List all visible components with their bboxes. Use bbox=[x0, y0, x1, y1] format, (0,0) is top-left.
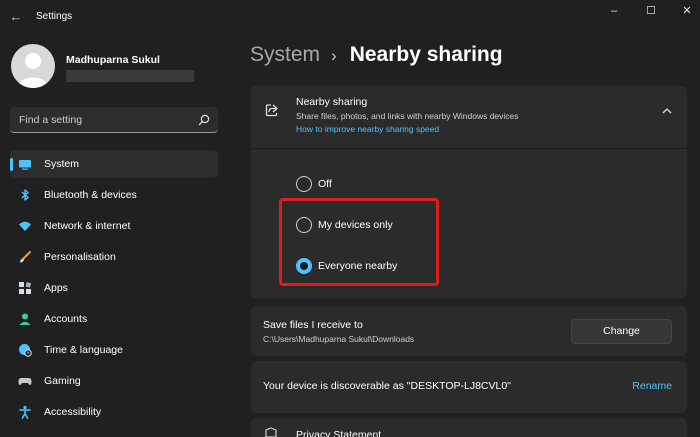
save-files-card: Save files I receive to C:\Users\Madhupa… bbox=[251, 306, 687, 356]
sidebar-item-label: Apps bbox=[44, 282, 68, 294]
system-icon bbox=[19, 160, 31, 170]
discoverable-text: Your device is discoverable as "DESKTOP-… bbox=[263, 380, 511, 392]
sidebar-item-label: Personalisation bbox=[44, 251, 116, 263]
sidebar-item-label: Network & internet bbox=[44, 220, 131, 232]
avatar[interactable] bbox=[11, 44, 55, 88]
privacy-statement-card[interactable]: Privacy Statement bbox=[251, 418, 687, 437]
share-icon bbox=[265, 104, 278, 117]
minimize-button[interactable]: – bbox=[604, 4, 624, 18]
gamepad-icon bbox=[18, 378, 32, 385]
sidebar-item-network-internet[interactable]: Network & internet bbox=[10, 212, 218, 240]
close-button[interactable]: ✕ bbox=[677, 4, 697, 18]
sidebar-item-system[interactable]: System bbox=[10, 150, 218, 178]
highlight-box bbox=[279, 198, 439, 286]
breadcrumb: System › Nearby sharing bbox=[250, 43, 503, 67]
save-files-title: Save files I receive to bbox=[263, 319, 363, 331]
shield-icon bbox=[265, 427, 277, 437]
nearby-sharing-speed-link[interactable]: How to improve nearby sharing speed bbox=[296, 124, 439, 134]
profile-email-redacted bbox=[66, 70, 194, 82]
save-files-path: C:\Users\Madhuparna Sukul\Downloads bbox=[263, 334, 415, 344]
sidebar-item-accessibility[interactable]: Accessibility bbox=[10, 398, 218, 426]
privacy-statement-title: Privacy Statement bbox=[296, 429, 382, 437]
page-title: Nearby sharing bbox=[349, 43, 503, 66]
sidebar-item-accounts[interactable]: Accounts bbox=[10, 305, 218, 333]
app-title: Settings bbox=[36, 11, 73, 22]
back-arrow-icon[interactable]: ← bbox=[8, 9, 24, 25]
nearby-sharing-title: Nearby sharing bbox=[296, 96, 368, 108]
change-button[interactable]: Change bbox=[571, 319, 672, 344]
user-silhouette-icon bbox=[17, 53, 49, 88]
radio-button[interactable] bbox=[296, 176, 312, 192]
globe-clock-icon bbox=[19, 344, 32, 357]
breadcrumb-separator-icon: › bbox=[331, 46, 337, 65]
sidebar-item-label: Time & language bbox=[44, 344, 123, 356]
discoverable-card: Your device is discoverable as "DESKTOP-… bbox=[251, 361, 687, 413]
sidebar-item-label: Bluetooth & devices bbox=[44, 189, 137, 201]
maximize-button[interactable]: ☐ bbox=[641, 4, 661, 18]
radio-label: Off bbox=[318, 178, 332, 190]
accounts-icon bbox=[19, 313, 31, 325]
apps-icon bbox=[19, 282, 32, 294]
breadcrumb-parent[interactable]: System bbox=[250, 43, 320, 66]
sidebar-item-gaming[interactable]: Gaming bbox=[10, 367, 218, 395]
sidebar-item-label: Gaming bbox=[44, 375, 81, 387]
sidebar-item-label: Accessibility bbox=[44, 406, 102, 418]
sidebar-item-apps[interactable]: Apps bbox=[10, 274, 218, 302]
nearby-sharing-description: Share files, photos, and links with near… bbox=[296, 111, 519, 121]
bluetooth-icon bbox=[21, 189, 29, 201]
sidebar-item-bluetooth-devices[interactable]: Bluetooth & devices bbox=[10, 181, 218, 209]
active-indicator bbox=[10, 158, 13, 171]
nearby-sharing-header[interactable]: Nearby sharing Share files, photos, and … bbox=[251, 86, 687, 149]
profile-name: Madhuparna Sukul bbox=[66, 54, 160, 66]
search-placeholder: Find a setting bbox=[19, 114, 83, 126]
title-bar: ← Settings – ☐ ✕ bbox=[0, 0, 700, 34]
brush-icon bbox=[20, 251, 31, 263]
search-input[interactable]: Find a setting bbox=[10, 107, 218, 133]
sidebar-item-label: Accounts bbox=[44, 313, 88, 325]
sidebar-item-personalisation[interactable]: Personalisation bbox=[10, 243, 218, 271]
sidebar-item-label: System bbox=[44, 158, 80, 170]
sidebar-item-time-language[interactable]: Time & language bbox=[10, 336, 218, 364]
wifi-icon bbox=[19, 221, 31, 231]
accessibility-icon bbox=[19, 405, 31, 419]
rename-link[interactable]: Rename bbox=[632, 380, 672, 392]
chevron-up-icon[interactable] bbox=[661, 106, 673, 116]
search-icon bbox=[198, 114, 210, 126]
